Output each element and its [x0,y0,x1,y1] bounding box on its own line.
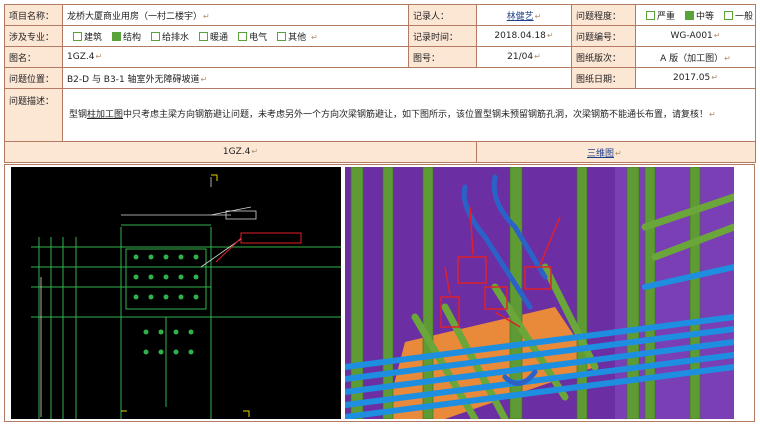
discipline-option-label: 其他 [288,32,307,43]
caption-right-text: 三维图 [587,148,615,159]
discipline-option-label: 结构 [123,32,142,43]
return-mark: ↵ [203,11,210,21]
drawing-version-text: A 版（加工图） [660,53,724,64]
issue-number-label: 问题编号： [571,25,636,47]
drawing-number-value: 21/04↵ [476,46,572,68]
cad-drawing-svg [31,174,341,419]
severity-checkbox-1[interactable] [685,10,695,20]
location-label: 问题位置： [4,67,63,89]
discipline-checkbox-2[interactable] [151,31,161,41]
record-time-text: 2018.04.18 [494,31,546,41]
return-mark: ↵ [311,32,318,42]
severity-checkbox-0[interactable] [646,10,655,20]
drawing-name-text: 1GZ.4 [67,52,95,62]
description-value: 型钢柱加工图中只考虑主梁方向钢筋避让问题，未考虑另外一个方向次梁钢筋避让，如下图… [62,88,756,142]
drawing-name-value: 1GZ.4↵ [62,46,409,68]
return-mark: ↵ [713,31,721,40]
description-pre: 型钢 [69,110,88,120]
project-name-label: 项目名称： [4,4,63,26]
return-mark: ↵ [251,147,259,156]
return-mark: ↵ [95,52,103,61]
3d-model-image [345,167,734,419]
caption-right: 三维图↵ [476,141,756,163]
return-mark: ↵ [534,11,542,21]
discipline-label: 涉及专业： [4,25,63,47]
drawing-version-value: A 版（加工图）↵ [635,46,756,68]
drawing-date-value: 2017.05↵ [635,67,756,89]
discipline-option-label: 给排水 [162,32,190,43]
description-label: 问题描述： [4,88,63,142]
3d-model-svg [345,167,734,419]
discipline-option-label: 电气 [249,32,268,43]
return-mark: ↵ [615,148,622,158]
project-name-text: 龙桥大厦商业用房（一村二楼宇） [67,11,203,22]
description-post: 中只考虑主梁方向钢筋避让问题，未考虑另外一个方向次梁钢筋避让，如下图所示，该位置… [123,110,709,120]
return-mark: ↵ [546,31,554,40]
location-text: B2-D 与 B3-1 轴室外无障碍坡道 [67,74,200,85]
severity-checkbox-2[interactable] [724,10,734,20]
caption-left: 1GZ.4↵ [4,141,477,163]
cad-red-callout [240,232,302,244]
discipline-checkbox-5[interactable] [277,31,287,41]
issue-report-sheet: 项目名称： 龙桥大厦商业用房（一村二楼宇）↵ 记录人： 林健艺↵ 问题程度： 严… [4,4,756,422]
return-mark: ↵ [711,73,718,82]
severity-option-label: 严重 [657,11,676,22]
drawing-date-text: 2017.05 [673,73,711,83]
return-mark: ↵ [534,52,541,61]
severity-label: 问题程度： [571,4,636,26]
cad-drawing-image [11,167,341,419]
drawing-number-text: 21/04 [507,52,534,62]
recorder-value: 林健艺↵ [476,4,572,26]
discipline-option-label: 建筑 [84,32,103,43]
discipline-options: 建筑 结构 给排水 暖通 电气 其他 ↵ [62,25,409,47]
record-time-label: 记录时间： [408,25,477,47]
discipline-checkbox-0[interactable] [73,31,82,41]
description-highlight: 柱加工图 [87,110,124,120]
recorder-label: 记录人： [408,4,477,26]
discipline-checkbox-1[interactable] [112,31,122,41]
issue-number-value: WG-A001↵ [635,25,756,47]
caption-left-text: 1GZ.4 [222,147,251,157]
severity-options: 严重中等一般↵ [635,4,756,26]
discipline-checkbox-4[interactable] [238,31,248,41]
project-name-value: 龙桥大厦商业用房（一村二楼宇）↵ [62,4,409,26]
drawing-name-label: 图名： [4,46,63,68]
severity-option-label: 一般 [735,11,754,22]
image-panels [4,164,755,422]
return-mark: ↵ [709,110,716,119]
discipline-option-label: 暖通 [210,32,229,43]
return-mark: ↵ [724,53,731,63]
record-time-value: 2018.04.18↵ [476,25,572,47]
drawing-number-label: 图号： [408,46,477,68]
drawing-date-label: 图纸日期： [571,67,636,89]
issue-number-text: WG-A001 [670,31,713,41]
drawing-version-label: 图纸版次： [571,46,636,68]
return-mark: ↵ [200,74,208,84]
recorder-name: 林健艺 [506,11,534,22]
location-value: B2-D 与 B3-1 轴室外无障碍坡道↵ [62,67,572,89]
discipline-checkbox-3[interactable] [199,31,209,41]
issue-form-table: 项目名称： 龙桥大厦商业用房（一村二楼宇）↵ 记录人： 林健艺↵ 问题程度： 严… [4,4,756,163]
severity-option-label: 中等 [696,11,715,22]
